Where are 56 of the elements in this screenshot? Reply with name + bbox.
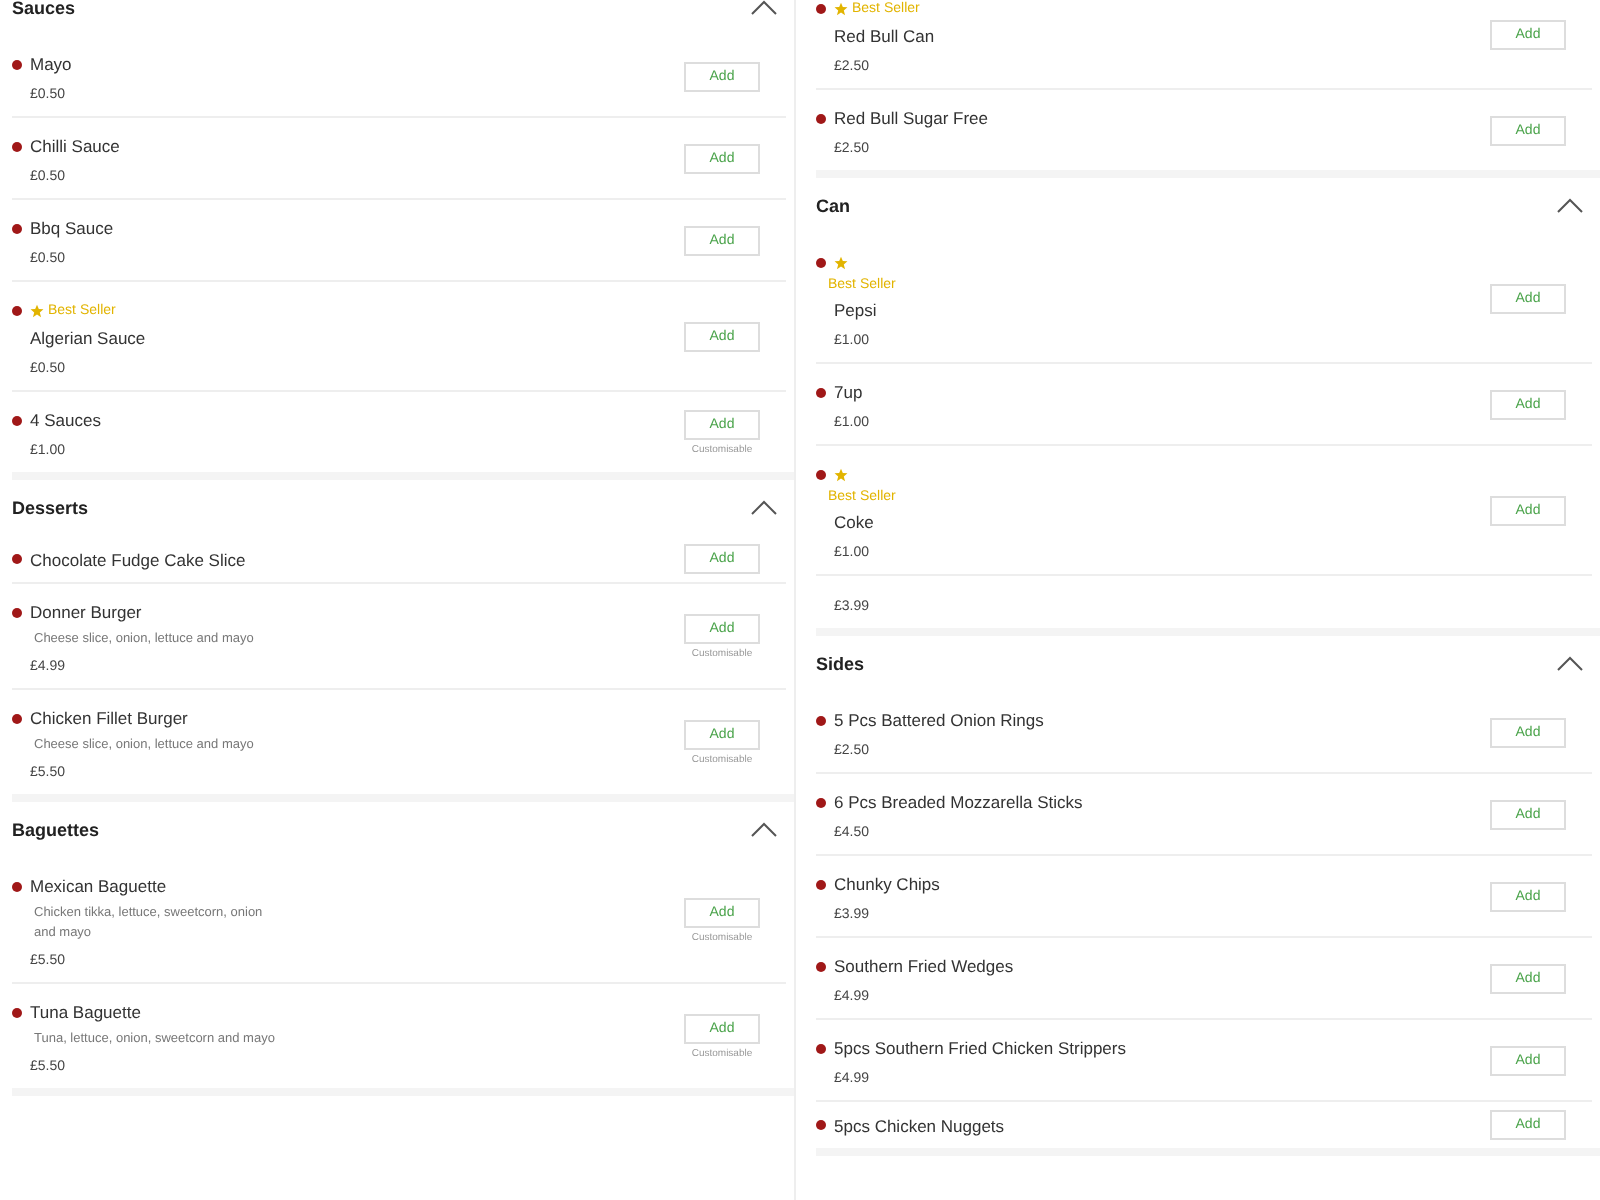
dot-icon [816, 3, 826, 13]
item-name: Chunky Chips [834, 874, 940, 894]
star-icon [834, 255, 848, 269]
chevron-icon[interactable] [750, 822, 778, 838]
item-name: Mayo [30, 54, 72, 74]
section-title: Can [816, 196, 851, 216]
dot-icon [816, 469, 826, 479]
dot-icon [12, 881, 22, 891]
section-title: Sauces [12, 0, 76, 18]
item-name: Southern Fried Wedges [834, 956, 1014, 976]
star-icon [834, 467, 848, 481]
item-name: Bbq Sauce [30, 218, 114, 238]
item-name: Algerian Sauce [30, 328, 146, 348]
dot-icon [816, 387, 826, 397]
dot-icon [816, 797, 826, 807]
item-name: 7up [834, 382, 863, 402]
item-name: Coke [834, 512, 874, 532]
item-name: Chilli Sauce [30, 136, 120, 156]
section-title: Sides [816, 654, 865, 674]
dot-icon [816, 879, 826, 889]
item-name: Donner Burger [30, 602, 142, 622]
dot-icon [12, 554, 22, 564]
dot-icon [816, 257, 826, 267]
item-name: 5pcs Southern Fried Chicken Strippers [834, 1038, 1126, 1058]
star-icon [30, 303, 44, 317]
dot-icon [816, 961, 826, 971]
dot-icon [816, 1120, 826, 1130]
item-name: Red Bull Can [834, 26, 935, 46]
item-name: 6 Pcs Breaded Mozzarella Sticks [834, 792, 1083, 812]
item-name: Pepsi [834, 300, 877, 320]
dot-icon [12, 607, 22, 617]
dot-icon [816, 113, 826, 123]
section-title: Desserts [12, 498, 89, 518]
chevron-icon[interactable] [1556, 198, 1584, 214]
dot-icon [12, 415, 22, 425]
dot-icon [12, 1007, 22, 1017]
item-name: Chocolate Fudge Cake Slice [30, 549, 246, 569]
dot-icon [12, 59, 22, 69]
chevron-icon[interactable] [750, 500, 778, 516]
item-name: 5 Pcs Battered Onion Rings [834, 710, 1044, 730]
dot-icon [12, 305, 22, 315]
chevron-icon[interactable] [750, 0, 778, 16]
item-name: Red Bull Sugar Free [834, 108, 989, 128]
dot-icon [12, 223, 22, 233]
dot-icon [816, 715, 826, 725]
item-name: Mexican Baguette [30, 876, 167, 896]
item-name: 4 Sauces [30, 410, 101, 430]
section-title: Baguettes [12, 820, 100, 840]
dot-icon [816, 1043, 826, 1053]
item-name: 5pcs Chicken Nuggets [834, 1115, 1005, 1135]
dot-icon [12, 141, 22, 151]
dot-icon [12, 713, 22, 723]
star-icon [834, 1, 848, 15]
item-name: Chicken Fillet Burger [30, 708, 188, 728]
chevron-icon[interactable] [1556, 656, 1584, 672]
item-name: Tuna Baguette [30, 1002, 141, 1022]
